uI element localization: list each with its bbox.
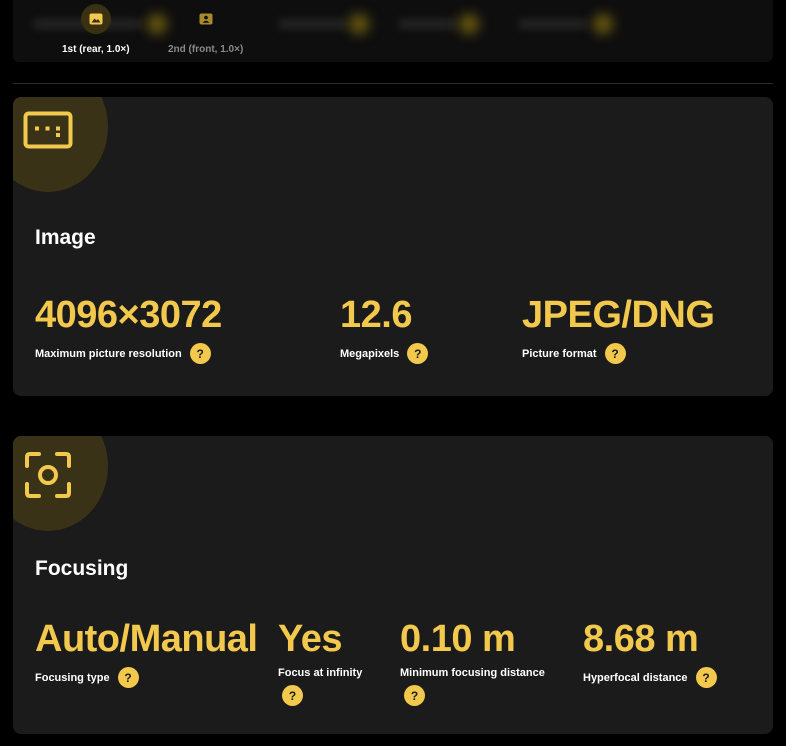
blurred-indicator xyxy=(593,14,613,34)
tab-camera-rear[interactable]: 1st (rear, 1.0×) xyxy=(62,4,130,55)
focus-frame-icon xyxy=(23,450,73,505)
help-button[interactable]: ? xyxy=(189,343,211,364)
stat-min-focusing-distance: 0.10 m Minimum focusing distance ? xyxy=(400,618,545,706)
help-button[interactable]: ? xyxy=(604,343,626,364)
stat-value: Yes xyxy=(278,618,343,660)
stat-label: Megapixels xyxy=(340,347,400,360)
stat-value: 12.6 xyxy=(340,294,412,336)
stat-label: Hyperfocal distance xyxy=(583,671,688,684)
help-button[interactable]: ? xyxy=(404,685,425,706)
tab-camera-front[interactable]: 2nd (front, 1.0×) xyxy=(168,4,243,55)
section-title-focusing: Focusing xyxy=(35,557,129,580)
tab-camera-rear-label: 1st (rear, 1.0×) xyxy=(62,44,130,55)
camera-selector-strip: 1st (rear, 1.0×) 2nd (front, 1.0×) xyxy=(13,0,773,62)
help-button[interactable]: ? xyxy=(117,667,139,688)
blurred-content xyxy=(278,19,348,29)
portrait-person-icon xyxy=(191,4,221,34)
stat-megapixels: 12.6 Megapixels ? xyxy=(340,294,429,364)
stat-hyperfocal-distance: 8.68 m Hyperfocal distance ? xyxy=(583,618,717,688)
stat-value: Auto/Manual xyxy=(35,618,258,660)
blurred-content xyxy=(398,19,458,29)
stat-value: 4096×3072 xyxy=(35,294,222,336)
stat-max-resolution: 4096×3072 Maximum picture resolution ? xyxy=(35,294,222,364)
image-section-card: Image 4096×3072 Maximum picture resoluti… xyxy=(13,97,773,396)
blurred-content xyxy=(518,19,588,29)
stat-label: Focusing type xyxy=(35,671,110,684)
section-divider xyxy=(13,83,773,84)
focusing-section-card: Focusing Auto/Manual Focusing type ? Yes… xyxy=(13,436,773,734)
section-title-image: Image xyxy=(35,226,96,249)
blurred-indicator xyxy=(459,14,479,34)
stat-label: Focus at infinity xyxy=(278,667,363,679)
stat-label: Picture format xyxy=(522,347,597,360)
blurred-indicator xyxy=(349,14,369,34)
stat-label: Maximum picture resolution xyxy=(35,347,182,360)
stat-label: Minimum focusing distance xyxy=(400,667,545,679)
stat-value: 0.10 m xyxy=(400,618,516,660)
blurred-indicator xyxy=(147,14,167,34)
aspect-ratio-icon xyxy=(23,111,75,158)
stat-value: JPEG/DNG xyxy=(522,294,715,336)
mountain-landscape-icon xyxy=(80,4,111,34)
stat-picture-format: JPEG/DNG Picture format ? xyxy=(522,294,715,364)
help-button[interactable]: ? xyxy=(695,667,717,688)
help-button[interactable]: ? xyxy=(282,685,303,706)
stat-focusing-type: Auto/Manual Focusing type ? xyxy=(35,618,258,688)
help-button[interactable]: ? xyxy=(407,343,429,364)
tab-camera-front-label: 2nd (front, 1.0×) xyxy=(168,44,244,55)
stat-value: 8.68 m xyxy=(583,618,699,660)
stat-focus-infinity: Yes Focus at infinity ? xyxy=(278,618,362,706)
